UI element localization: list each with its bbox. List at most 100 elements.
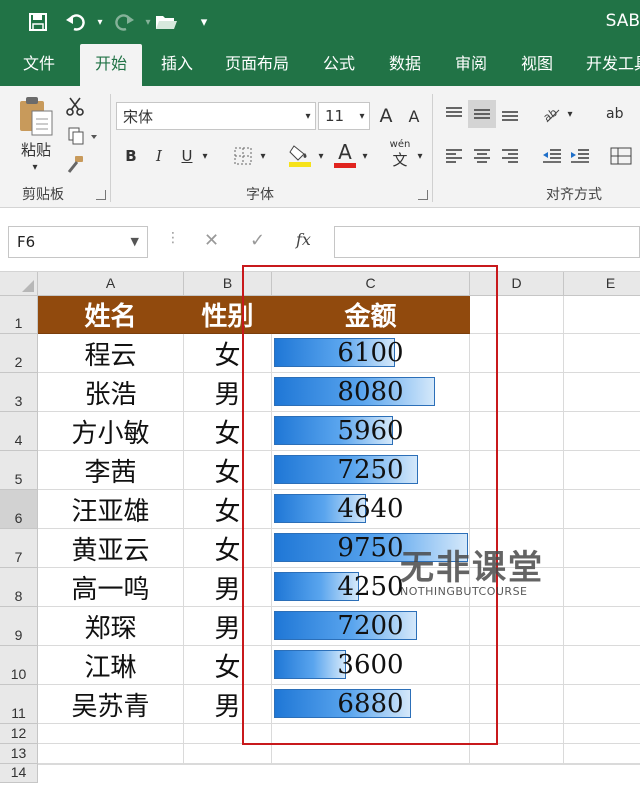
cell-empty[interactable] [184, 744, 272, 764]
cell-amount[interactable]: 5960 [272, 412, 470, 451]
cell-empty[interactable] [564, 451, 640, 490]
cell-empty[interactable] [470, 744, 564, 764]
cell-empty[interactable] [272, 724, 470, 744]
cell-gender[interactable]: 男 [184, 568, 272, 607]
paste-icon[interactable] [14, 94, 58, 138]
tab-file[interactable]: 文件 [10, 44, 68, 86]
align-bottom-icon[interactable] [496, 100, 524, 128]
cell-empty[interactable] [564, 568, 640, 607]
cell-gender[interactable]: 男 [184, 607, 272, 646]
align-top-icon[interactable] [440, 100, 468, 128]
tab-data[interactable]: 数据 [378, 44, 432, 86]
align-right-icon[interactable] [496, 142, 524, 170]
cell-gender[interactable]: 男 [184, 685, 272, 724]
cell-empty[interactable] [38, 744, 184, 764]
cell-empty[interactable] [184, 764, 272, 765]
cell-empty[interactable] [470, 490, 564, 529]
tab-view[interactable]: 视图 [510, 44, 564, 86]
phonetic-dropdown-icon[interactable]: ▾ [414, 142, 426, 170]
font-name-select[interactable]: 宋体 [116, 102, 316, 130]
copy-icon[interactable] [62, 124, 102, 148]
row-header-9[interactable]: 9 [0, 607, 38, 646]
column-header-a[interactable]: A [38, 272, 184, 296]
font-color-button[interactable]: A [332, 138, 358, 170]
clipboard-launcher-icon[interactable] [96, 190, 106, 200]
cell-empty[interactable] [564, 412, 640, 451]
formula-bar-handle-icon[interactable]: ⋮ [166, 230, 180, 246]
cell-name[interactable]: 汪亚雄 [38, 490, 184, 529]
select-all-corner[interactable] [0, 272, 38, 296]
tab-page-layout[interactable]: 页面布局 [218, 44, 296, 86]
cell-empty[interactable] [564, 685, 640, 724]
row-header-11[interactable]: 11 [0, 685, 38, 724]
cell-empty[interactable] [38, 724, 184, 744]
column-header-c[interactable]: C [272, 272, 470, 296]
table-header-cell[interactable]: 姓名 [38, 296, 184, 334]
tab-insert[interactable]: 插入 [150, 44, 204, 86]
tab-developer[interactable]: 开发工具 [578, 44, 640, 86]
cell-empty[interactable] [470, 451, 564, 490]
cell-empty[interactable] [470, 568, 564, 607]
row-header-3[interactable]: 3 [0, 373, 38, 412]
save-icon[interactable] [24, 8, 52, 36]
cell-empty[interactable] [470, 764, 564, 765]
cell-amount[interactable]: 8080 [272, 373, 470, 412]
align-center-icon[interactable] [468, 142, 496, 170]
cell-name[interactable]: 张浩 [38, 373, 184, 412]
grow-font-button[interactable]: A [374, 102, 398, 130]
row-header-12[interactable]: 12 [0, 724, 38, 744]
cell-gender[interactable]: 女 [184, 490, 272, 529]
phonetic-button[interactable]: wén 文 [386, 138, 414, 170]
cell-empty[interactable] [564, 490, 640, 529]
column-header-d[interactable]: D [470, 272, 564, 296]
cell-gender[interactable]: 女 [184, 412, 272, 451]
cell-amount[interactable]: 4640 [272, 490, 470, 529]
font-size-dropdown-icon[interactable]: ▾ [354, 102, 370, 130]
fill-color-dropdown-icon[interactable]: ▾ [314, 142, 328, 170]
cell-amount[interactable]: 7250 [272, 451, 470, 490]
fill-color-icon[interactable] [286, 140, 314, 170]
cell-name[interactable]: 郑琛 [38, 607, 184, 646]
cell-empty[interactable] [564, 529, 640, 568]
table-header-cell[interactable]: 金额 [272, 296, 470, 334]
cell-empty[interactable] [470, 724, 564, 744]
cell-empty[interactable] [272, 764, 470, 765]
underline-dropdown-icon[interactable]: ▾ [198, 142, 212, 170]
cell-empty[interactable] [564, 744, 640, 764]
insert-function-button[interactable]: fx [296, 230, 311, 249]
merge-icon[interactable] [606, 142, 636, 170]
row-header-10[interactable]: 10 [0, 646, 38, 685]
cell-name[interactable]: 黄亚云 [38, 529, 184, 568]
decrease-indent-icon[interactable] [538, 142, 566, 170]
cell-gender[interactable]: 女 [184, 529, 272, 568]
borders-icon[interactable] [230, 142, 256, 170]
cell-amount[interactable]: 9750 [272, 529, 470, 568]
cell-gender[interactable]: 女 [184, 646, 272, 685]
cell-empty[interactable] [564, 607, 640, 646]
row-header-7[interactable]: 7 [0, 529, 38, 568]
bold-button[interactable]: B [120, 142, 142, 170]
cell-amount[interactable]: 7200 [272, 607, 470, 646]
row-header-1[interactable]: 1 [0, 296, 38, 334]
cell-empty[interactable] [470, 607, 564, 646]
borders-dropdown-icon[interactable]: ▾ [256, 142, 270, 170]
cell-name[interactable]: 江琳 [38, 646, 184, 685]
column-header-e[interactable]: E [564, 272, 640, 296]
enter-icon[interactable]: ✓ [250, 230, 265, 251]
cell-empty[interactable] [470, 334, 564, 373]
cell-amount[interactable]: 4250 [272, 568, 470, 607]
format-painter-icon[interactable] [62, 152, 88, 176]
cell-amount[interactable]: 3600 [272, 646, 470, 685]
cell-empty[interactable] [564, 373, 640, 412]
cell-name[interactable]: 高一鸣 [38, 568, 184, 607]
table-header-cell[interactable]: 性别 [184, 296, 272, 334]
row-header-4[interactable]: 4 [0, 412, 38, 451]
cell-name[interactable]: 程云 [38, 334, 184, 373]
cell-empty[interactable] [470, 685, 564, 724]
cell-amount[interactable]: 6100 [272, 334, 470, 373]
font-name-dropdown-icon[interactable]: ▾ [300, 102, 316, 130]
orientation-dropdown-icon[interactable]: ▾ [564, 100, 576, 128]
paste-dropdown-icon[interactable]: ▾ [22, 160, 48, 174]
shrink-font-button[interactable]: A [402, 102, 426, 130]
cell-empty[interactable] [272, 744, 470, 764]
